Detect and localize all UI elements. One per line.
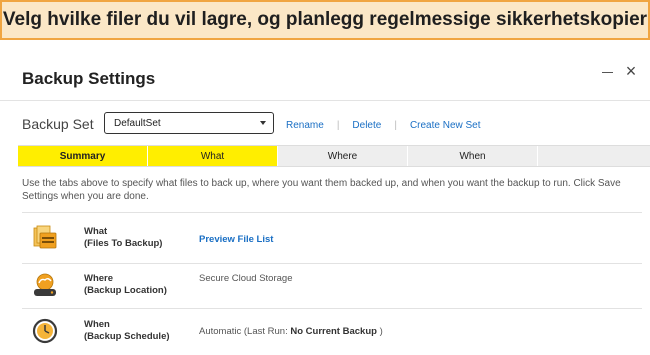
cloud-drive-icon <box>34 273 56 296</box>
tab-what[interactable]: What <box>148 146 278 166</box>
link-divider: | <box>336 120 340 131</box>
chevron-down-icon <box>260 121 266 125</box>
preview-file-list-link[interactable]: Preview File List <box>199 234 273 245</box>
row-divider <box>22 212 642 213</box>
delete-link[interactable]: Delete <box>352 120 381 131</box>
backup-settings-dialog: Backup Settings × Backup Set DefaultSet … <box>0 40 650 355</box>
tab-where[interactable]: Where <box>278 146 408 166</box>
backup-schedule-value: Automatic (Last Run: No Current Backup ) <box>199 326 383 337</box>
intro-text: Use the tabs above to specify what files… <box>22 178 621 202</box>
instruction-banner: Velg hvilke filer du vil lagre, og planl… <box>0 0 650 40</box>
backup-set-label: Backup Set <box>22 116 94 132</box>
link-divider: | <box>394 120 397 131</box>
set-actions: Rename | Delete | Create New Set <box>286 120 481 131</box>
rename-link[interactable]: Rename <box>286 120 324 131</box>
close-icon[interactable]: × <box>624 62 638 80</box>
tab-bar-filler <box>538 146 650 166</box>
create-new-set-link[interactable]: Create New Set <box>410 120 481 131</box>
backup-location-value: Secure Cloud Storage <box>199 273 293 284</box>
backup-set-dropdown[interactable]: DefaultSet <box>104 112 274 134</box>
when-title: When (Backup Schedule) <box>84 319 170 342</box>
header-divider <box>0 100 650 101</box>
clock-icon <box>32 318 58 344</box>
settings-tabs: Summary What Where When <box>18 145 650 167</box>
files-folder-icon <box>33 225 57 249</box>
row-divider <box>22 308 642 309</box>
banner-text: Velg hvilke filer du vil lagre, og planl… <box>2 9 648 30</box>
tab-when[interactable]: When <box>408 146 538 166</box>
what-title: What (Files To Backup) <box>84 226 163 249</box>
where-title: Where (Backup Location) <box>84 273 167 296</box>
dialog-title: Backup Settings <box>22 69 156 88</box>
tab-summary[interactable]: Summary <box>18 146 148 166</box>
minimize-icon[interactable] <box>600 64 614 78</box>
row-divider <box>22 263 642 264</box>
backup-set-value: DefaultSet <box>114 117 161 129</box>
